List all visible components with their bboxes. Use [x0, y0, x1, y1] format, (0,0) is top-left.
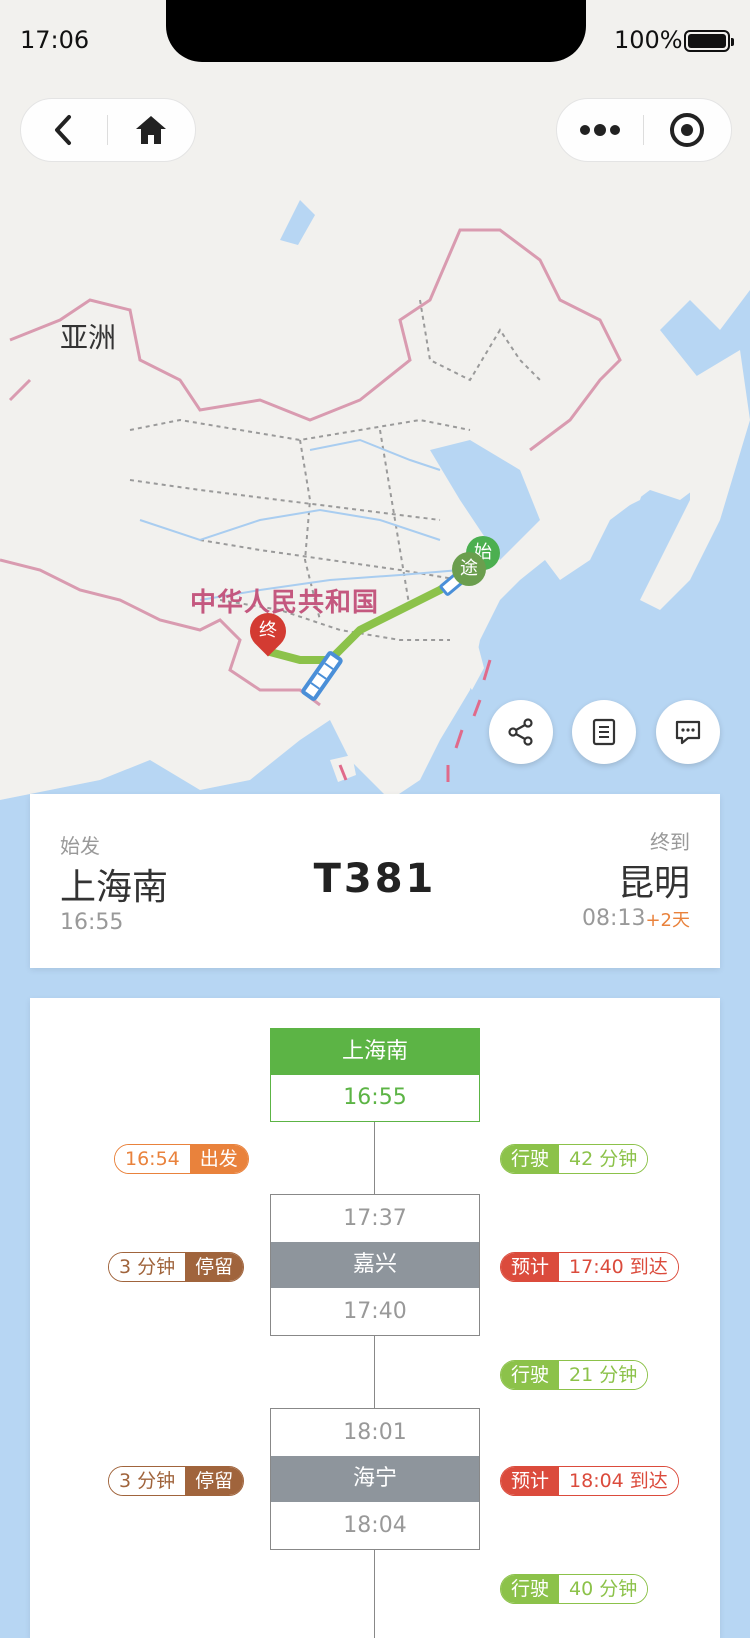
actual-departure-time: 16:54	[115, 1145, 190, 1173]
via-marker[interactable]: 途	[452, 552, 486, 586]
nav-capsule	[20, 98, 196, 162]
stay-duration: 3 分钟	[109, 1253, 186, 1281]
timeline-connector	[374, 1550, 375, 1638]
comment-icon	[675, 720, 701, 745]
stop-timeline-card: 上海南 16:55 16:54 出发 行驶 42 分钟 17:37 嘉兴 17:…	[30, 998, 720, 1638]
to-station: 昆明	[617, 863, 690, 904]
origin-stop[interactable]: 上海南 16:55	[270, 1028, 480, 1122]
via-marker-label: 途	[460, 558, 478, 579]
stop-depart-time: 18:04	[343, 1513, 407, 1538]
from-time: 16:55	[60, 910, 124, 935]
back-arrow-icon	[55, 115, 71, 145]
end-marker[interactable]: 终	[242, 605, 294, 657]
stop-name: 嘉兴	[271, 1242, 479, 1288]
stay-duration-chip: 3 分钟 停留	[108, 1466, 245, 1496]
end-marker-label: 终	[259, 620, 277, 641]
stop-arrive-time: 18:01	[343, 1420, 407, 1445]
stop-card[interactable]: 18:01 海宁 18:04	[270, 1408, 480, 1550]
timeline-connector	[374, 1336, 375, 1408]
battery-icon	[684, 30, 734, 52]
to-time: 08:13	[582, 906, 646, 931]
origin-stop-time: 16:55	[343, 1085, 407, 1110]
run-duration-chip: 行驶 21 分钟	[500, 1360, 649, 1390]
stay-duration-chip: 3 分钟 停留	[108, 1252, 245, 1282]
departure-status-chip: 16:54 出发	[114, 1144, 249, 1174]
stop-card[interactable]: 17:37 嘉兴 17:40	[270, 1194, 480, 1336]
departure-status: 出发	[189, 1145, 248, 1173]
more-dots-icon	[580, 124, 620, 136]
run-duration-chip: 行驶 40 分钟	[500, 1574, 649, 1604]
share-icon	[508, 718, 533, 746]
run-label: 行驶	[501, 1575, 560, 1603]
menu-capsule	[556, 98, 732, 162]
run-duration: 42 分钟	[559, 1145, 648, 1173]
status-time: 17:06	[20, 26, 90, 54]
eta-chip: 预计 18:04 到达	[500, 1466, 679, 1496]
eta-label: 预计	[501, 1467, 560, 1495]
document-icon	[592, 718, 616, 746]
timeline-connector	[374, 1122, 375, 1194]
stay-label: 停留	[185, 1467, 244, 1495]
run-duration: 40 分钟	[559, 1575, 648, 1603]
home-icon	[136, 116, 166, 144]
screen-notch	[166, 0, 586, 62]
document-button[interactable]	[572, 700, 636, 764]
run-duration: 21 分钟	[559, 1361, 648, 1389]
to-label: 终到	[650, 830, 690, 854]
close-miniprogram-button[interactable]	[644, 99, 730, 161]
stay-label: 停留	[185, 1253, 244, 1281]
to-time-block: 08:13+2天	[582, 906, 690, 932]
continent-label: 亚洲	[60, 321, 117, 354]
day-offset-badge: +2天	[645, 910, 690, 931]
run-label: 行驶	[501, 1145, 560, 1173]
status-bar: 17:06 100%	[0, 0, 750, 80]
run-duration-chip: 行驶 42 分钟	[500, 1144, 649, 1174]
stop-name: 海宁	[271, 1456, 479, 1502]
stay-duration: 3 分钟	[109, 1467, 186, 1495]
train-summary-card: 始发 上海南 16:55 T381 终到 昆明 08:13+2天	[30, 794, 720, 968]
stop-depart-time: 17:40	[343, 1299, 407, 1324]
origin-stop-name: 上海南	[271, 1029, 479, 1075]
run-label: 行驶	[501, 1361, 560, 1389]
stop-arrive-time: 17:37	[343, 1206, 407, 1231]
home-button[interactable]	[108, 99, 194, 161]
eta-value: 17:40 到达	[559, 1253, 678, 1281]
eta-chip: 预计 17:40 到达	[500, 1252, 679, 1282]
train-number: T381	[313, 856, 437, 902]
back-button[interactable]	[21, 99, 107, 161]
battery-percent: 100%	[614, 26, 683, 54]
share-button[interactable]	[489, 700, 553, 764]
comment-button[interactable]	[656, 700, 720, 764]
more-button[interactable]	[557, 99, 643, 161]
target-circle-icon	[670, 113, 704, 147]
eta-value: 18:04 到达	[559, 1467, 678, 1495]
from-label: 始发	[60, 834, 100, 858]
eta-label: 预计	[501, 1253, 560, 1281]
